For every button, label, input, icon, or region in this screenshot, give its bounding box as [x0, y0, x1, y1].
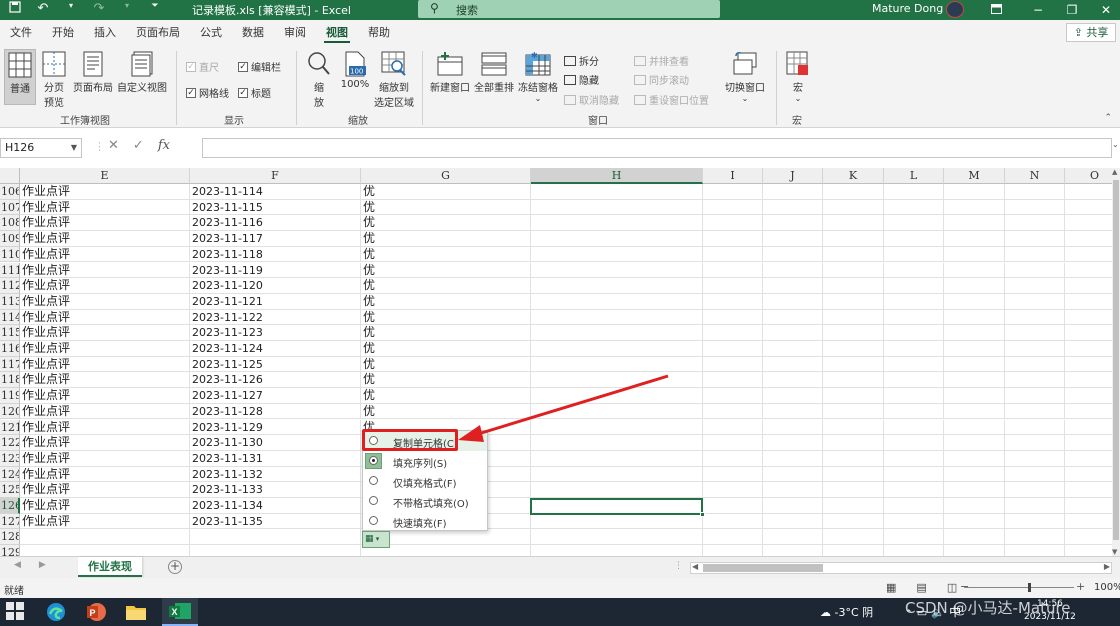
- weather-text: -3°C 阴: [834, 606, 874, 619]
- page-layout-view-icon[interactable]: ▤: [916, 581, 926, 594]
- powerpoint-icon[interactable]: P: [84, 601, 108, 623]
- status-ready: 就绪: [4, 586, 24, 597]
- excel-taskbar-icon[interactable]: X: [162, 598, 198, 626]
- zoom-slider[interactable]: [964, 583, 1074, 592]
- edge-browser-icon[interactable]: [44, 601, 68, 623]
- horizontal-scrollbar[interactable]: ◀ ▶: [690, 562, 1112, 574]
- windows-start-icon[interactable]: [6, 602, 24, 620]
- zoom-in-button[interactable]: +: [1076, 580, 1085, 593]
- sheet-nav-arrows[interactable]: ◀▶: [14, 560, 64, 570]
- cloud-icon: ☁: [820, 606, 831, 619]
- add-sheet-button[interactable]: +: [168, 560, 182, 574]
- sheet-tab-active[interactable]: 作业表现: [78, 557, 142, 577]
- page-break-view-icon[interactable]: ◫: [947, 581, 957, 594]
- scrollbar-thumb[interactable]: [703, 564, 823, 572]
- sheet-tab-bar: ◀▶ 作业表现 + ⋮ ◀ ▶: [0, 556, 1120, 578]
- svg-text:P: P: [90, 608, 96, 618]
- zoom-level[interactable]: 100%: [1094, 582, 1120, 593]
- svg-text:X: X: [172, 607, 178, 617]
- file-explorer-icon[interactable]: [124, 601, 148, 623]
- normal-view-icon[interactable]: ▦: [886, 581, 896, 594]
- watermark: CSDN @小马达-Mature: [905, 599, 1071, 617]
- tab-split-handle[interactable]: ⋮: [674, 561, 683, 571]
- weather-widget[interactable]: ☁ -3°C 阴: [820, 604, 873, 620]
- scroll-left-icon[interactable]: ◀: [692, 562, 698, 571]
- view-shortcuts: ▦ ▤ ◫: [886, 581, 957, 594]
- zoom-slider-knob[interactable]: [1028, 583, 1031, 592]
- annotation-arrow: [458, 374, 669, 442]
- scroll-right-icon[interactable]: ▶: [1104, 562, 1110, 571]
- status-bar: 就绪 ▦ ▤ ◫ − + 100%: [0, 578, 1120, 598]
